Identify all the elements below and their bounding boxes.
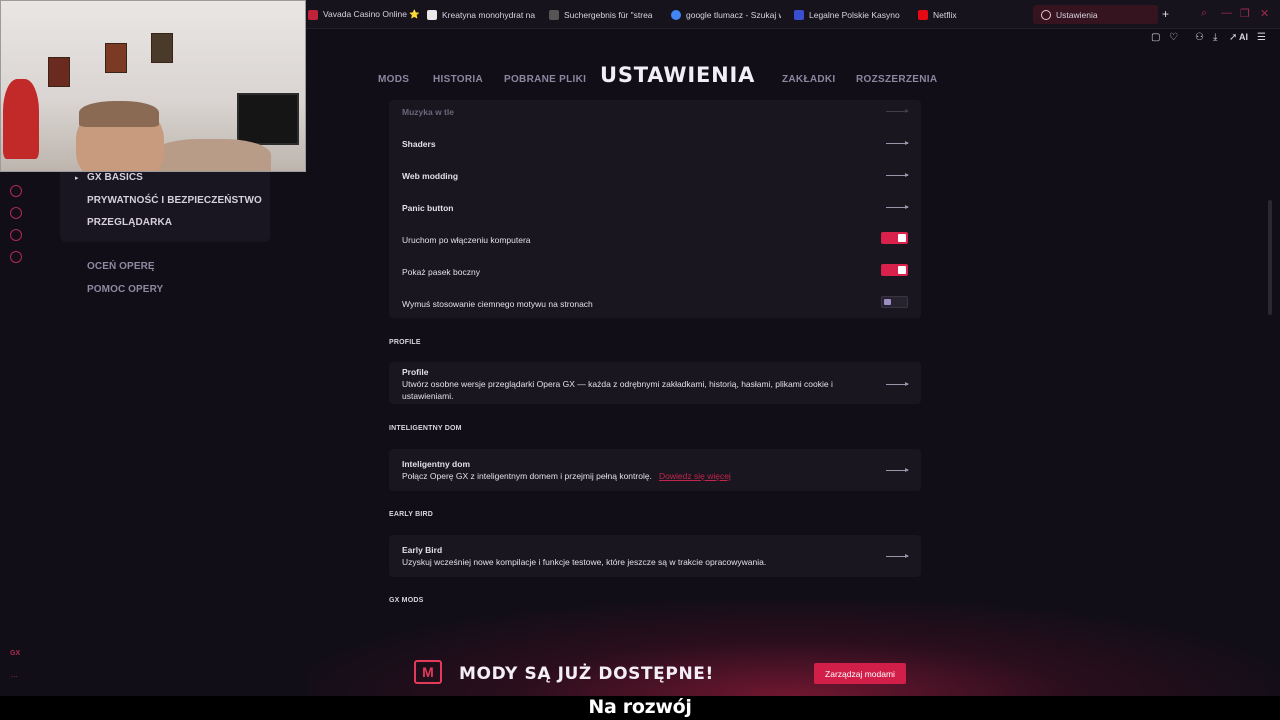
sidenav-privacy-security[interactable]: PRYWATNOŚĆ I BEZPIECZEŃSTWO — [87, 195, 262, 206]
tab-netflix[interactable]: Netflix — [918, 5, 978, 24]
heart-icon[interactable]: ♡ — [1169, 32, 1178, 43]
new-tab-plus-icon[interactable]: + — [1162, 7, 1169, 21]
poster-image — [105, 43, 127, 73]
tab-kreatyna[interactable]: Kreatyna monohydrat na — [427, 5, 537, 24]
sidenav-rate-opera[interactable]: OCEŃ OPERĘ — [87, 261, 155, 272]
arrow-right-icon[interactable] — [886, 109, 909, 113]
aria-icon[interactable]: ➚ — [1229, 32, 1237, 43]
setting-label-show-sidebar: Pokaż pasek boczny — [402, 267, 480, 277]
tab-label: Suchergebnis für "strea — [564, 9, 653, 20]
download-icon[interactable]: ⤓ — [1213, 32, 1217, 43]
arrow-right-icon[interactable] — [886, 382, 909, 386]
sidenav-opera-help[interactable]: POMOC OPERY — [87, 284, 163, 295]
setting-label-music: Muzyka w tle — [402, 107, 454, 117]
poster-image — [48, 57, 70, 87]
tab-label: Vavada Casino Online ⭐ — [323, 9, 420, 19]
settings-card-basics — [389, 100, 921, 318]
sidenav-browser[interactable]: PRZEGLĄDARKA — [87, 217, 172, 228]
menu-icon[interactable]: ☰ — [1257, 32, 1266, 43]
section-heading-smart-home: INTELIGENTNY DOM — [389, 425, 462, 432]
mods-banner-text: MODY SĄ JUŻ DOSTĘPNE! — [459, 664, 714, 684]
arrow-right-icon[interactable] — [886, 141, 909, 145]
google-icon — [671, 9, 681, 20]
nav-historia[interactable]: HISTORIA — [433, 74, 483, 85]
search-icon[interactable]: ⌕ — [1201, 7, 1207, 20]
mods-banner — [306, 600, 1280, 696]
toggle-launch-on-startup[interactable] — [881, 232, 908, 244]
smart-home-description-row: Połącz Operę GX z inteligentnym domem i … — [402, 470, 731, 482]
tab-favicon-icon — [549, 9, 559, 20]
person-hair-image — [79, 101, 159, 127]
section-heading-early-bird: EARLY BIRD — [389, 511, 434, 518]
nav-zakladki[interactable]: ZAKŁADKI — [782, 74, 836, 85]
profile-description: Utwórz osobne wersje przeglądarki Opera … — [402, 379, 833, 401]
close-icon[interactable]: ✕ — [1260, 7, 1269, 20]
arrow-right-icon[interactable] — [886, 554, 909, 558]
netflix-icon — [918, 9, 928, 20]
smart-home-title: Inteligentny dom — [402, 459, 470, 469]
tab-suchergebnis[interactable]: Suchergebnis für "strea — [549, 5, 659, 24]
account-icon[interactable]: ⚇ — [1195, 32, 1204, 43]
profile-title: Profile — [402, 367, 429, 377]
toggle-show-sidebar[interactable] — [881, 264, 908, 276]
arrow-right-icon[interactable] — [886, 173, 909, 177]
early-bird-description: Uzyskuj wcześniej nowe kompilacje i funk… — [402, 557, 767, 567]
settings-icon[interactable] — [10, 251, 22, 263]
snapshot-icon[interactable]: ▢ — [1151, 32, 1160, 43]
manage-mods-button[interactable]: Zarządzaj modami — [814, 663, 906, 684]
plush-toy-image — [3, 79, 39, 159]
mods-logo-icon: M — [414, 660, 442, 684]
ai-label[interactable]: AI — [1239, 32, 1248, 42]
setting-label-panic-button[interactable]: Panic button — [402, 203, 453, 213]
player-icon[interactable] — [10, 185, 22, 197]
monitor-image — [237, 93, 299, 145]
setting-label-shaders[interactable]: Shaders — [402, 139, 436, 149]
tab-label: Legalne Polskie Kasyno — [809, 9, 900, 20]
tab-label: google tlumacz - Szukaj w — [686, 9, 781, 20]
maximize-icon[interactable]: ❐ — [1240, 7, 1250, 20]
minimize-icon[interactable]: — — [1221, 7, 1232, 19]
poster-image — [151, 33, 173, 63]
nav-pobrane-pliki[interactable]: POBRANE PLIKI — [504, 74, 586, 85]
gx-icon[interactable]: GX — [10, 650, 20, 657]
setting-label-web-modding[interactable]: Web modding — [402, 171, 458, 181]
tab-legalne-kasyno[interactable]: Legalne Polskie Kasyno — [794, 5, 904, 24]
extensions-icon[interactable] — [10, 229, 22, 241]
tab-favicon-icon — [427, 9, 437, 20]
nav-rozszerzenia[interactable]: ROZSZERZENIA — [856, 74, 937, 85]
setting-label-force-dark: Wymuś stosowanie ciemnego motywu na stro… — [402, 299, 593, 309]
sidenav-gx-basics[interactable]: GX BASICS — [87, 172, 143, 183]
more-icon[interactable]: ... — [11, 670, 18, 679]
tab-google-tlumacz[interactable]: google tlumacz - Szukaj w — [671, 5, 781, 24]
tab-label: Netflix — [933, 9, 957, 20]
tab-vavada[interactable]: Vavada Casino Online ⭐ — [308, 5, 420, 24]
caret-right-icon: ▸ — [75, 175, 79, 182]
arrow-right-icon[interactable] — [886, 468, 909, 472]
page-scrollbar[interactable] — [1268, 200, 1272, 315]
person-shoulder-image — [151, 139, 271, 171]
early-bird-title: Early Bird — [402, 545, 443, 555]
settings-gear-icon — [1041, 9, 1051, 20]
history-icon[interactable] — [10, 207, 22, 219]
tab-favicon-icon — [308, 9, 318, 20]
toggle-force-dark[interactable] — [881, 296, 908, 308]
nav-mods[interactable]: MODS — [378, 74, 409, 85]
tab-ustawienia[interactable]: Ustawienia — [1033, 5, 1158, 24]
smart-home-description: Połącz Operę GX z inteligentnym domem i … — [402, 471, 652, 481]
setting-label-launch-on-startup: Uruchom po włączeniu komputera — [402, 235, 531, 245]
video-subtitle: Na rozwój — [588, 696, 692, 718]
tab-favicon-icon — [794, 9, 804, 20]
page-title: USTAWIENIA — [600, 63, 756, 87]
arrow-right-icon[interactable] — [886, 205, 909, 209]
learn-more-link[interactable]: Dowiedz się więcej — [659, 471, 731, 481]
section-heading-profile: PROFILE — [389, 339, 421, 346]
tab-label: Kreatyna monohydrat na — [442, 9, 536, 20]
tab-label: Ustawienia — [1056, 9, 1098, 20]
webcam-overlay — [0, 0, 306, 172]
